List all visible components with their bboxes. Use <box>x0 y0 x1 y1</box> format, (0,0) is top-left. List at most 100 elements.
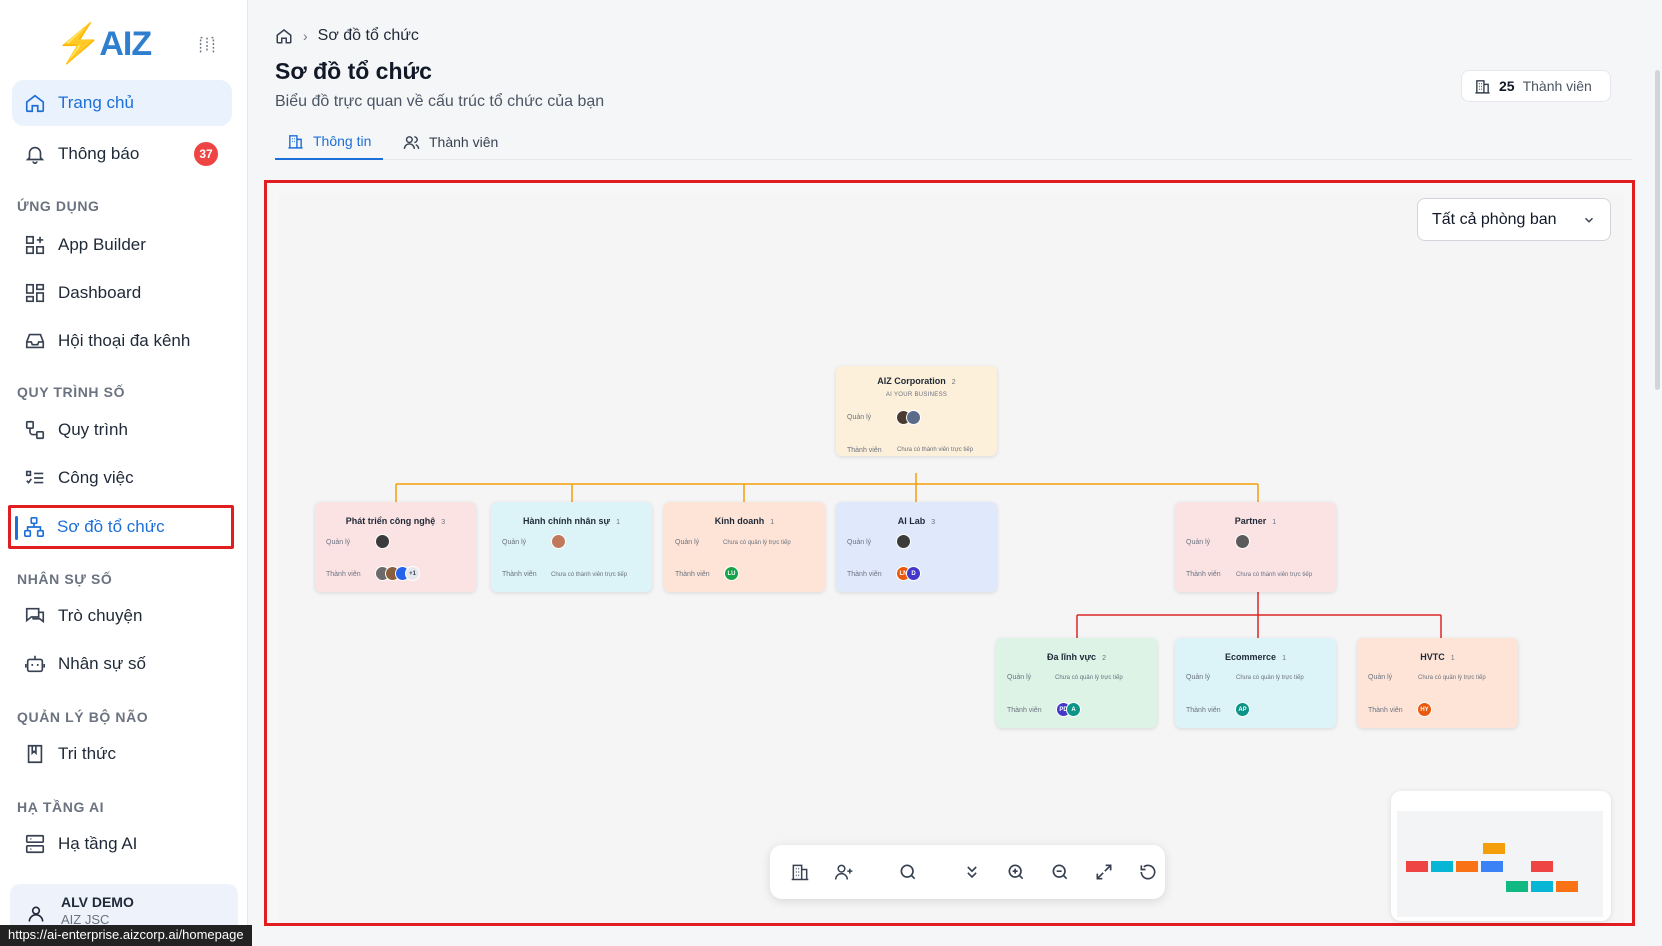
notification-badge: 37 <box>194 142 218 166</box>
sidebar-item-notifications[interactable]: Thông báo 37 <box>12 131 232 177</box>
section-apps: ỨNG DỤNG <box>17 198 100 214</box>
sidebar-item-knowledge[interactable]: Tri thức <box>12 731 232 777</box>
section-digital-process: QUY TRÌNH SỐ <box>17 384 126 400</box>
bolt-icon: ⚡ <box>55 23 102 65</box>
avatar[interactable]: AP <box>1235 702 1250 717</box>
sidebar-item-digital-staff[interactable]: Nhân sự số <box>12 641 232 687</box>
building-icon <box>1474 78 1491 95</box>
manager-avatars <box>1235 534 1250 549</box>
node-tagline: AI YOUR BUSINESS <box>885 392 948 398</box>
page-title: Sơ đồ tổ chức <box>275 58 432 84</box>
chat-icon <box>24 605 46 627</box>
zoom-out-icon[interactable] <box>1050 862 1070 882</box>
sidebar-item-org-chart[interactable]: Sơ đồ tổ chức <box>8 505 234 549</box>
node-count: 1 <box>1450 655 1455 662</box>
org-node-multi-field[interactable]: Đa lĩnh vực 2 Quản lý Chưa có quản lý trự… <box>996 638 1157 728</box>
sidebar-item-app-builder[interactable]: App Builder <box>12 222 232 268</box>
node-count: 2 <box>951 379 956 386</box>
org-node-partner[interactable]: Partner 1 Quản lý Thành viên Chưa có thàn… <box>1175 502 1336 592</box>
manager-label: Quản lý <box>675 539 700 546</box>
org-node-ecommerce[interactable]: Ecommerce 1 Quản lý Chưa có quản lý trực … <box>1175 638 1336 728</box>
empty-members-text: Chưa có thành viên trực tiếp <box>897 447 974 453</box>
avatar[interactable] <box>906 410 921 425</box>
add-user-icon[interactable] <box>834 862 854 882</box>
org-node-tech[interactable]: Phát triển công nghệ 3 Quản lý Thành viên… <box>315 502 476 592</box>
avatar-more[interactable]: +1 <box>405 566 420 581</box>
org-node-hvtc[interactable]: HVTC 1 Quản lý Chưa có quản lý trực tiếp … <box>1357 638 1518 728</box>
reset-icon[interactable] <box>1138 862 1158 882</box>
building-icon[interactable] <box>790 862 810 882</box>
minimap-node <box>1481 861 1503 872</box>
zoom-in-icon[interactable] <box>1006 862 1026 882</box>
member-avatars: LN D <box>896 566 921 581</box>
minimap-node <box>1406 861 1428 872</box>
member-label: Thành viên <box>1186 707 1221 714</box>
sidebar-item-process[interactable]: Quy trình <box>12 407 232 453</box>
minimap-node <box>1556 881 1578 892</box>
department-filter-select[interactable]: Tất cả phòng ban <box>1417 198 1611 241</box>
member-label: Thành viên <box>847 447 882 454</box>
sidebar-item-home[interactable]: Trang chủ <box>12 80 232 126</box>
manager-avatars <box>896 410 921 425</box>
manager-label: Quản lý <box>502 539 527 546</box>
section-ai-infra: HẠ TẦNG AI <box>17 799 105 815</box>
sidebar-item-omnichannel[interactable]: Hội thoại đa kênh <box>12 318 232 364</box>
org-node-aiz-corporation[interactable]: AIZ Corporation 2 AI YOUR BUSINESS Quản l… <box>836 366 997 456</box>
building-icon <box>287 133 304 150</box>
node-count: 2 <box>1102 655 1106 662</box>
aiz-logo[interactable]: ⚡ AIZ <box>55 22 152 66</box>
empty-manager-text: Chưa có quản lý trực tiếp <box>723 540 791 546</box>
avatar[interactable]: HY <box>1417 702 1432 717</box>
tab-info[interactable]: Thông tin <box>275 124 384 160</box>
sidebar-item-tasks[interactable]: Công việc <box>12 455 232 501</box>
avatar[interactable] <box>375 534 390 549</box>
member-avatars: LU <box>724 566 739 581</box>
node-count: 3 <box>441 519 446 526</box>
node-count: 1 <box>770 519 775 526</box>
node-name: Hành chính nhân sự <box>523 516 611 526</box>
page-scrollbar[interactable] <box>1655 70 1660 390</box>
avatar[interactable] <box>896 534 911 549</box>
node-name: HVTC <box>1420 652 1445 662</box>
tab-members[interactable]: Thành viên <box>403 124 498 160</box>
node-name: Ecommerce <box>1225 652 1277 662</box>
node-count: 1 <box>1282 655 1286 662</box>
section-brain: QUẢN LÝ BỘ NÃO <box>17 709 149 725</box>
sidebar-item-chat[interactable]: Trò chuyện <box>12 593 232 639</box>
collapse-sidebar-icon[interactable] <box>196 34 218 56</box>
chevron-right-icon: › <box>303 28 308 44</box>
sidebar-item-dashboard[interactable]: Dashboard <box>12 270 232 316</box>
search-icon[interactable] <box>898 862 918 882</box>
minimap-node <box>1531 861 1553 872</box>
sidebar-item-ai-infra[interactable]: Hạ tầng AI <box>12 821 232 867</box>
breadcrumb-home-icon[interactable] <box>275 27 293 45</box>
manager-label: Quản lý <box>1368 674 1393 681</box>
minimap-node <box>1431 861 1453 872</box>
book-icon <box>24 743 46 765</box>
node-name: Đa lĩnh vực <box>1047 652 1097 662</box>
minimap-node <box>1456 861 1478 872</box>
server-icon <box>24 833 46 855</box>
sidebar: ⚡ AIZ Trang chủ Thông báo 37 ỨNG DỤNG App… <box>0 0 248 946</box>
expand-all-icon[interactable] <box>962 862 982 882</box>
breadcrumb-current: Sơ đồ tổ chức <box>317 27 419 44</box>
org-node-ai-lab[interactable]: AI Lab 3 Quản lý Thành viên LN D <box>836 502 997 592</box>
avatar[interactable]: LU <box>724 566 739 581</box>
org-node-sales[interactable]: Kinh doanh 1 Quản lý Chưa có quản lý trực… <box>664 502 825 592</box>
workflow-icon <box>24 419 46 441</box>
avatar[interactable]: D <box>906 566 921 581</box>
minimap[interactable] <box>1391 791 1611 921</box>
manager-avatars <box>896 534 911 549</box>
member-label: Thành viên <box>675 571 710 578</box>
task-list-icon <box>24 467 46 489</box>
node-name: Phát triển công nghệ <box>345 516 436 526</box>
status-bar-url: https://ai-enterprise.aizcorp.ai/homepag… <box>0 925 252 946</box>
avatar[interactable] <box>1235 534 1250 549</box>
member-label: Thành viên <box>1186 571 1221 578</box>
org-node-hr[interactable]: Hành chính nhân sự 1 Quản lý Thành viên C… <box>491 502 652 592</box>
avatar[interactable] <box>551 534 566 549</box>
avatar[interactable]: A <box>1066 702 1081 717</box>
minimap-node <box>1483 843 1505 854</box>
dashboard-icon <box>24 282 46 304</box>
fullscreen-icon[interactable] <box>1094 862 1114 882</box>
